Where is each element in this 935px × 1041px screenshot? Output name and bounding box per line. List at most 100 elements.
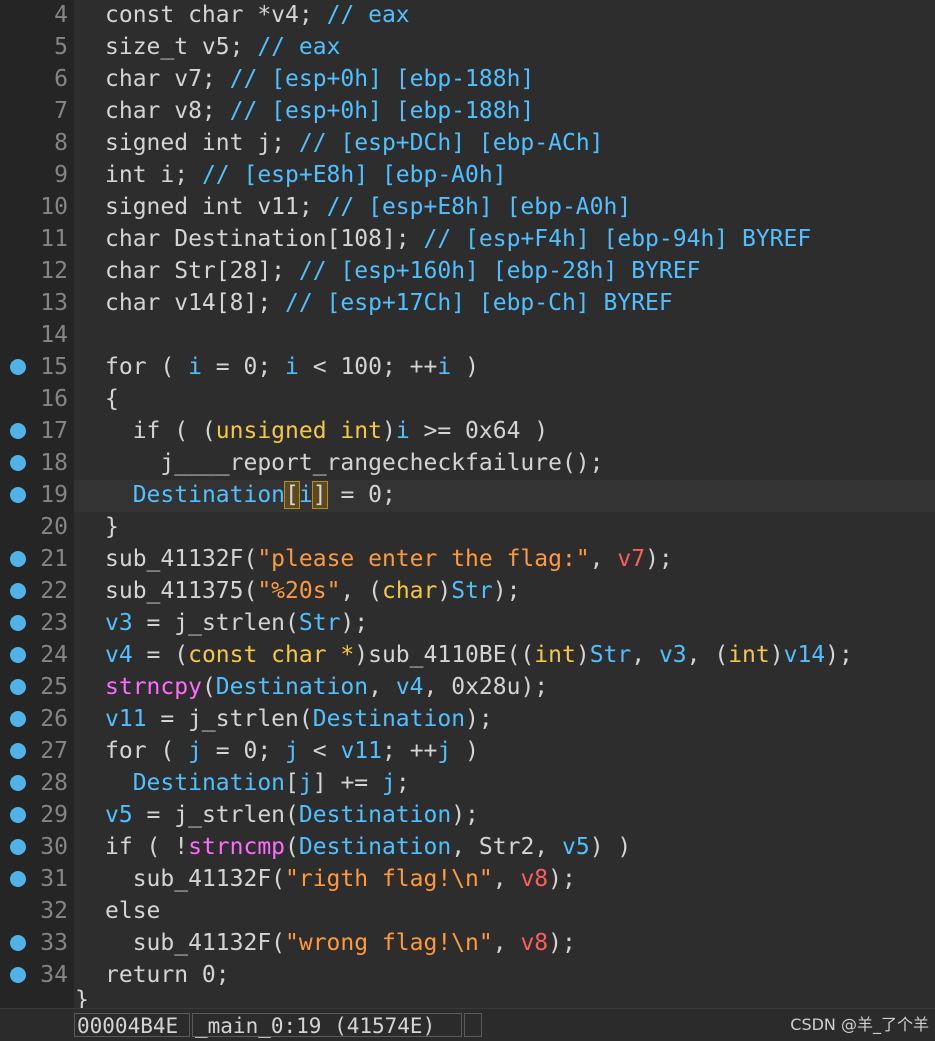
code-text[interactable]: {: [105, 384, 119, 414]
gutter-cell[interactable]: 32: [0, 896, 74, 928]
gutter-cell[interactable]: 18: [0, 448, 74, 480]
gutter-cell[interactable]: 11: [0, 224, 74, 256]
code-line[interactable]: 6 char v7; // [esp+0h] [ebp-188h]: [0, 64, 935, 96]
code-line[interactable]: 31 sub_41132F("rigth flag!\n", v8);: [0, 864, 935, 896]
code-text[interactable]: sub_411375("%20s", (char)Str);: [105, 576, 520, 606]
code-line[interactable]: 12 char Str[28]; // [esp+160h] [ebp-28h] …: [0, 256, 935, 288]
code-line[interactable]: 24 v4 = (const char *)sub_4110BE((int)Str…: [0, 640, 935, 672]
pseudocode-view[interactable]: 4 const char *v4; // eax 5 size_t v5; // ea…: [0, 0, 935, 1008]
code-text[interactable]: Destination[j] += j;: [105, 768, 410, 798]
code-line[interactable]: 14: [0, 320, 935, 352]
code-text[interactable]: char v7; // [esp+0h] [ebp-188h]: [105, 64, 534, 94]
gutter-cell[interactable]: 28: [0, 768, 74, 800]
code-text[interactable]: const char *v4; // eax: [105, 0, 410, 30]
gutter-cell[interactable]: 14: [0, 320, 74, 352]
code-text[interactable]: sub_41132F("please enter the flag:", v7)…: [105, 544, 673, 574]
gutter-cell[interactable]: 20: [0, 512, 74, 544]
code-line[interactable]: 5 size_t v5; // eax: [0, 32, 935, 64]
code-line[interactable]: 13 char v14[8]; // [esp+17Ch] [ebp-Ch] BY…: [0, 288, 935, 320]
gutter-cell[interactable]: 17: [0, 416, 74, 448]
breakpoint-dot-icon[interactable]: [10, 583, 26, 599]
breakpoint-dot-icon[interactable]: [10, 871, 26, 887]
breakpoint-dot-icon[interactable]: [10, 455, 26, 471]
code-line[interactable]: 19 Destination[i] = 0;: [0, 480, 935, 512]
code-text[interactable]: Destination[i] = 0;: [105, 480, 396, 510]
gutter-cell[interactable]: 23: [0, 608, 74, 640]
code-text[interactable]: sub_41132F("rigth flag!\n", v8);: [105, 864, 576, 894]
gutter-cell[interactable]: 25: [0, 672, 74, 704]
gutter-cell[interactable]: 27: [0, 736, 74, 768]
breakpoint-dot-icon[interactable]: [10, 423, 26, 439]
code-text[interactable]: char v14[8]; // [esp+17Ch] [ebp-Ch] BYRE…: [105, 288, 673, 318]
code-line[interactable]: 30 if ( !strncmp(Destination, Str2, v5) ): [0, 832, 935, 864]
code-text[interactable]: for ( i = 0; i < 100; ++i ): [105, 352, 479, 382]
gutter-cell[interactable]: 31: [0, 864, 74, 896]
gutter-cell[interactable]: 29: [0, 800, 74, 832]
breakpoint-dot-icon[interactable]: [10, 615, 26, 631]
breakpoint-dot-icon[interactable]: [10, 551, 26, 567]
code-text[interactable]: if ( !strncmp(Destination, Str2, v5) ): [105, 832, 631, 862]
code-line[interactable]: 20}: [0, 512, 935, 544]
breakpoint-dot-icon[interactable]: [10, 487, 26, 503]
code-text[interactable]: v11 = j_strlen(Destination);: [105, 704, 493, 734]
breakpoint-dot-icon[interactable]: [10, 647, 26, 663]
gutter-cell[interactable]: 26: [0, 704, 74, 736]
code-text[interactable]: signed int j; // [esp+DCh] [ebp-ACh]: [105, 128, 604, 158]
code-line[interactable]: 25 strncpy(Destination, v4, 0x28u);: [0, 672, 935, 704]
code-line[interactable]: 16 {: [0, 384, 935, 416]
code-line[interactable]: 22 sub_411375("%20s", (char)Str);: [0, 576, 935, 608]
gutter-cell[interactable]: 15: [0, 352, 74, 384]
gutter-cell[interactable]: 30: [0, 832, 74, 864]
code-text[interactable]: v3 = j_strlen(Str);: [105, 608, 368, 638]
code-text[interactable]: size_t v5; // eax: [105, 32, 340, 62]
gutter-cell[interactable]: 6: [0, 64, 74, 96]
code-text[interactable]: strncpy(Destination, v4, 0x28u);: [105, 672, 548, 702]
code-line[interactable]: 27 for ( j = 0; j < v11; ++j ): [0, 736, 935, 768]
code-line[interactable]: 18 j____report_rangecheckfailure();: [0, 448, 935, 480]
code-text[interactable]: return 0;: [105, 960, 230, 990]
code-text[interactable]: else: [105, 896, 160, 926]
gutter-cell[interactable]: 24: [0, 640, 74, 672]
gutter-cell[interactable]: 5: [0, 32, 74, 64]
code-line[interactable]: 23 v3 = j_strlen(Str);: [0, 608, 935, 640]
gutter-cell[interactable]: 4: [0, 0, 74, 32]
code-text[interactable]: j____report_rangecheckfailure();: [105, 448, 603, 478]
code-line[interactable]: 28 Destination[j] += j;: [0, 768, 935, 800]
breakpoint-dot-icon[interactable]: [10, 359, 26, 375]
breakpoint-dot-icon[interactable]: [10, 967, 26, 983]
gutter-cell[interactable]: 12: [0, 256, 74, 288]
gutter-cell[interactable]: 19: [0, 480, 74, 512]
code-text[interactable]: if ( (unsigned int)i >= 0x64 ): [105, 416, 548, 446]
code-text[interactable]: signed int v11; // [esp+E8h] [ebp-A0h]: [105, 192, 631, 222]
gutter-cell[interactable]: 7: [0, 96, 74, 128]
code-text[interactable]: int i; // [esp+E8h] [ebp-A0h]: [105, 160, 507, 190]
code-text[interactable]: v5 = j_strlen(Destination);: [105, 800, 479, 830]
code-line[interactable]: 11 char Destination[108]; // [esp+F4h] [e…: [0, 224, 935, 256]
gutter-cell[interactable]: 34: [0, 960, 74, 992]
code-line[interactable]: 8 signed int j; // [esp+DCh] [ebp-ACh]: [0, 128, 935, 160]
code-line[interactable]: 26 v11 = j_strlen(Destination);: [0, 704, 935, 736]
gutter-cell[interactable]: 22: [0, 576, 74, 608]
code-line[interactable]: 7 char v8; // [esp+0h] [ebp-188h]: [0, 96, 935, 128]
code-line[interactable]: 34 return 0;: [0, 960, 935, 992]
gutter-cell[interactable]: 8: [0, 128, 74, 160]
breakpoint-dot-icon[interactable]: [10, 743, 26, 759]
code-line[interactable]: 9 int i; // [esp+E8h] [ebp-A0h]: [0, 160, 935, 192]
code-line[interactable]: 17 if ( (unsigned int)i >= 0x64 ): [0, 416, 935, 448]
code-line[interactable]: 15 for ( i = 0; i < 100; ++i ): [0, 352, 935, 384]
code-line[interactable]: 33 sub_41132F("wrong flag!\n", v8);: [0, 928, 935, 960]
breakpoint-dot-icon[interactable]: [10, 935, 26, 951]
gutter-cell[interactable]: 10: [0, 192, 74, 224]
breakpoint-dot-icon[interactable]: [10, 679, 26, 695]
code-text[interactable]: v4 = (const char *)sub_4110BE((int)Str, …: [105, 640, 853, 670]
code-text[interactable]: for ( j = 0; j < v11; ++j ): [105, 736, 479, 766]
breakpoint-dot-icon[interactable]: [10, 839, 26, 855]
breakpoint-dot-icon[interactable]: [10, 807, 26, 823]
code-text[interactable]: }: [105, 512, 119, 542]
code-line[interactable]: 21 sub_41132F("please enter the flag:", v…: [0, 544, 935, 576]
code-line[interactable]: 10 signed int v11; // [esp+E8h] [ebp-A0h]: [0, 192, 935, 224]
gutter-cell[interactable]: 16: [0, 384, 74, 416]
breakpoint-dot-icon[interactable]: [10, 775, 26, 791]
gutter-cell[interactable]: 33: [0, 928, 74, 960]
code-text[interactable]: sub_41132F("wrong flag!\n", v8);: [105, 928, 576, 958]
